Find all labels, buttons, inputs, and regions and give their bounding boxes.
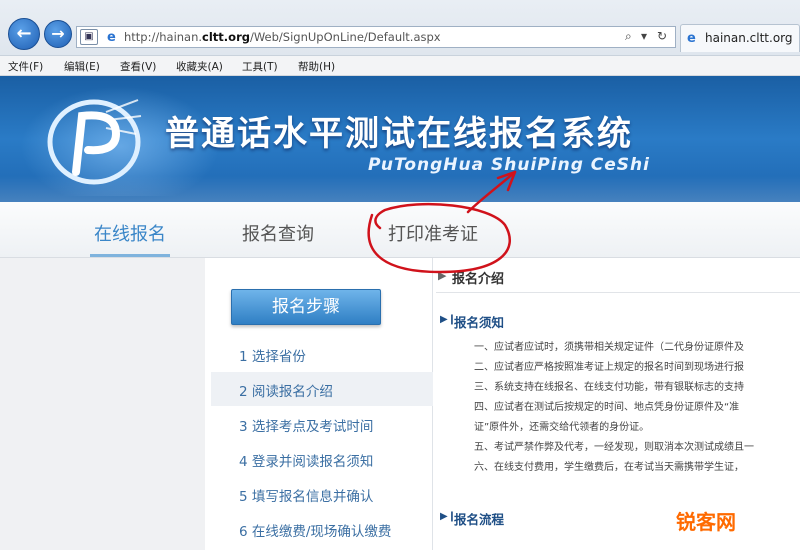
banner-title: 普通话水平测试在线报名系统 <box>165 114 633 154</box>
section-title-process: 报名流程 <box>454 512 505 527</box>
menu-view[interactable]: 查看(V) <box>120 59 156 74</box>
ie-logo-icon: e <box>107 30 116 45</box>
address-url[interactable]: http://hainan.cltt.org/Web/SignUpOnLine/… <box>124 30 441 44</box>
menu-edit[interactable]: 编辑(E) <box>64 59 100 74</box>
browser-toolbar: ← → ▣ e http://hainan.cltt.org/Web/SignU… <box>0 0 800 56</box>
nav-signup-query[interactable]: 报名查询 <box>242 220 314 246</box>
step-1[interactable]: 1 选择省份 <box>239 345 306 365</box>
menu-help[interactable]: 帮助(H) <box>298 59 335 74</box>
forward-icon[interactable]: → <box>44 20 72 48</box>
steps-sidebar: 报名步骤 1 选择省份 2 阅读报名介绍 3 选择考点及考试时间 4 登录并阅读… <box>205 258 433 550</box>
address-bar[interactable]: ▣ e http://hainan.cltt.org/Web/SignUpOnL… <box>76 26 676 48</box>
notice-line-5: 证”原件外，还需交给代领者的身份证。 <box>474 422 650 433</box>
page-icon[interactable]: ▣ <box>80 29 98 45</box>
url-prefix: http://hainan. <box>124 30 203 44</box>
menu-favorites[interactable]: 收藏夹(A) <box>176 59 223 74</box>
browser-tab[interactable]: e hainan.cltt.org <box>680 24 800 52</box>
refresh-icon[interactable]: ↻ <box>657 29 667 43</box>
heading-arrow-icon: ▶ <box>438 269 447 282</box>
page-root: ← → ▣ e http://hainan.cltt.org/Web/SignU… <box>0 0 800 550</box>
dropdown-icon[interactable]: ▾ <box>641 29 647 43</box>
notice-line-3: 三、系统支持在线报名、在线支付功能，带有银联标志的支持 <box>474 382 744 393</box>
menu-bar: 文件(F) 编辑(E) 查看(V) 收藏夹(A) 工具(T) 帮助(H) <box>0 56 800 76</box>
url-path: /Web/SignUpOnLine/Default.aspx <box>249 30 441 44</box>
content-panel: ▶ 报名介绍 ▶❙ 报名须知 一、应试者应试时，须携带相关规定证件（二代身份证原… <box>434 258 800 550</box>
left-margin <box>0 258 205 550</box>
heading-divider <box>436 292 800 293</box>
notice-line-7: 六、在线支付费用，学生缴费后，在考试当天需携带学生证， <box>474 462 744 473</box>
section-title-notice: 报名须知 <box>454 315 505 330</box>
content-heading: 报名介绍 <box>452 272 505 287</box>
menu-tools[interactable]: 工具(T) <box>242 59 278 74</box>
back-icon[interactable]: ← <box>8 18 40 50</box>
step-3[interactable]: 3 选择考点及考试时间 <box>239 415 373 435</box>
tab-ie-logo-icon: e <box>687 31 696 46</box>
notice-line-6: 五、考试严禁作弊及代考，一经发现，则取消本次测试成绩且一 <box>474 442 754 453</box>
notice-line-2: 二、应试者应严格按照准考证上规定的报名时间到现场进行报 <box>474 362 744 373</box>
steps-button[interactable]: 报名步骤 <box>231 289 381 325</box>
tab-title: hainan.cltt.org <box>705 31 793 45</box>
step-5[interactable]: 5 填写报名信息并确认 <box>239 485 373 505</box>
nav-online-signup[interactable]: 在线报名 <box>94 220 166 246</box>
site-banner: 普通话水平测试在线报名系统 PuTongHua ShuiPing CeShi <box>0 76 800 202</box>
menu-file[interactable]: 文件(F) <box>8 59 43 74</box>
watermark: 锐客网 <box>676 510 736 534</box>
banner-streak <box>0 176 800 202</box>
banner-subtitle: PuTongHua ShuiPing CeShi <box>368 155 650 175</box>
step-4[interactable]: 4 登录并阅读报名须知 <box>239 450 373 470</box>
search-icon[interactable]: ⌕ <box>625 29 632 44</box>
url-domain: cltt.org <box>202 30 250 44</box>
step-6[interactable]: 6 在线缴费/现场确认缴费 <box>239 520 391 540</box>
site-nav: 在线报名 报名查询 打印准考证 <box>0 202 800 258</box>
step-2[interactable]: 2 阅读报名介绍 <box>239 380 333 400</box>
nav-active-underline <box>90 254 170 257</box>
nav-print-admission-ticket[interactable]: 打印准考证 <box>388 220 478 246</box>
notice-line-1: 一、应试者应试时，须携带相关规定证件（二代身份证原件及 <box>474 342 744 353</box>
notice-line-4: 四、应试者在测试后按规定的时间、地点凭身份证原件及“准 <box>474 402 740 413</box>
